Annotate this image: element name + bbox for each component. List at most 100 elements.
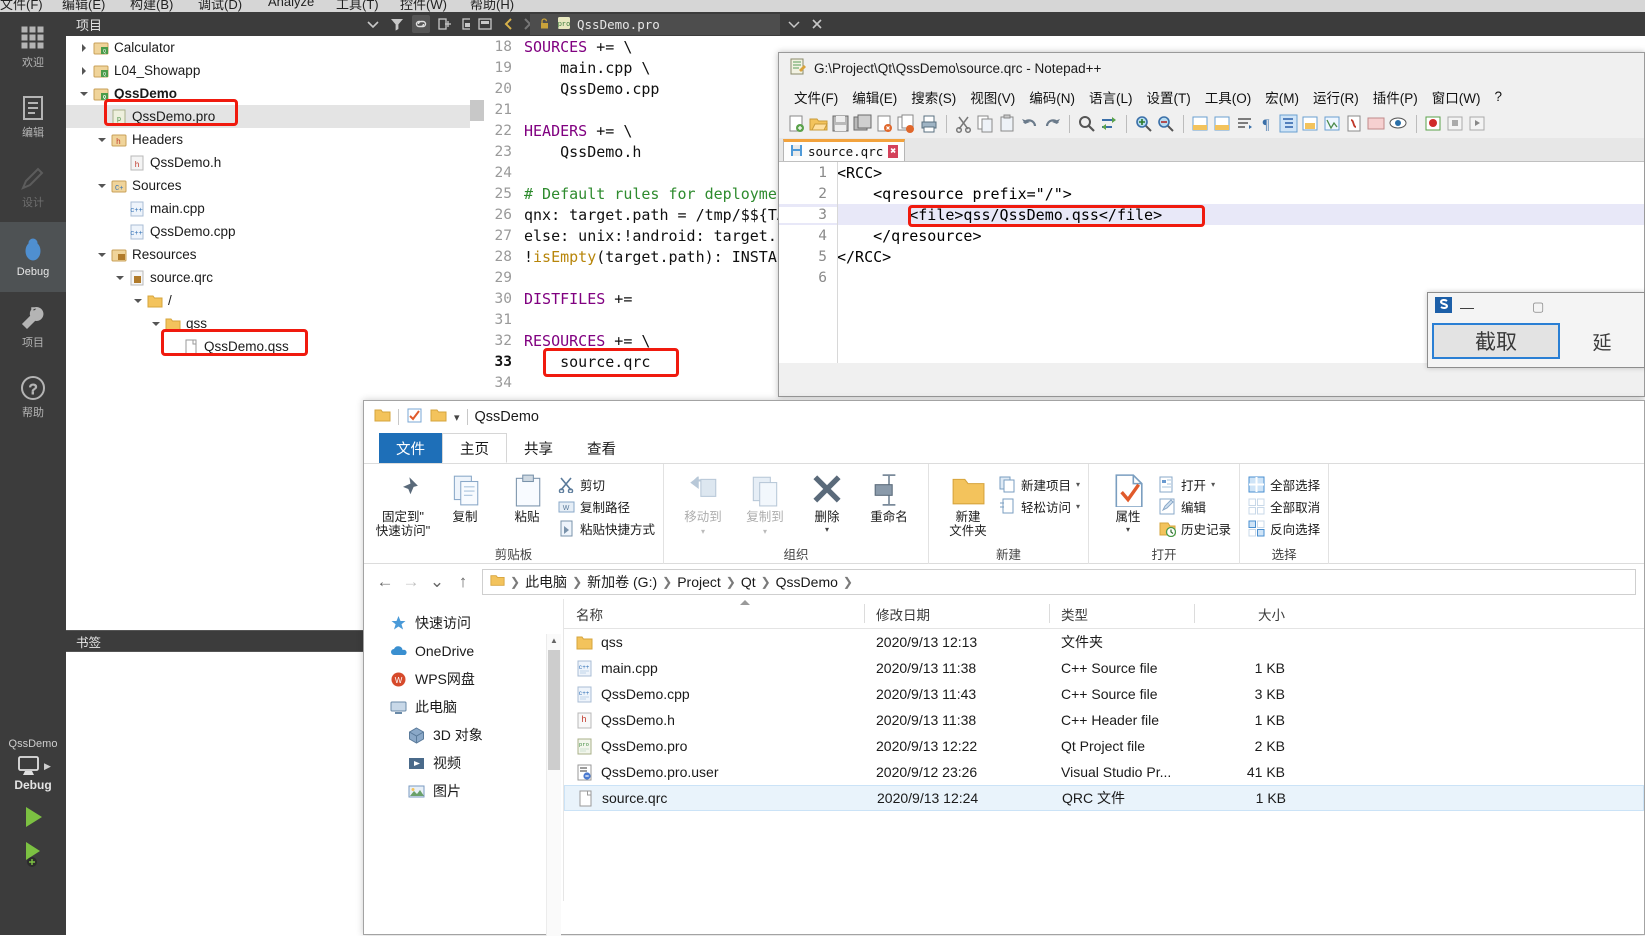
tree-expander-icon[interactable] [96,179,110,193]
ribbon-caret-icon[interactable]: ▾ [763,527,767,536]
qt-mode-设计[interactable]: 设计 [0,152,66,222]
recent-locations-button[interactable]: ⌄ [424,569,450,595]
ribbon-item-粘贴快捷方式[interactable]: 粘贴快捷方式 [558,519,655,538]
file-list-header[interactable]: 名称 修改日期 类型 大小 [564,599,1644,629]
chevron-down-icon[interactable] [364,15,382,33]
npp-menu-0[interactable]: 文件(F) [787,85,845,109]
breadcrumb[interactable]: ❯ 此电脑 ❯ 新加卷 (G:) ❯ Project ❯ Qt ❯ QssDemo ❯ [482,568,1636,595]
notepadpp-menubar[interactable]: 文件(F) 编辑(E) 搜索(S) 视图(V) 编码(N) 语言(L) 设置(T) 工具(O)… [779,83,1644,110]
save-all-icon[interactable] [853,114,873,134]
tree-expander-icon[interactable] [150,317,164,331]
minimize-button[interactable]: — [1460,299,1474,315]
qt-menu-item-0[interactable]: 文件(F) [0,0,43,12]
file-name-cell[interactable]: h QssDemo.h [564,707,864,733]
tab-close-icon[interactable] [808,15,826,33]
snipping-tool-window[interactable]: — ▢ 截取 延 [1427,292,1645,368]
ribbon-caret-icon[interactable]: ▾ [825,525,829,534]
ribbon-item-轻松访问[interactable]: 轻松访问 ▾ [999,497,1080,516]
ribbon-button-属性[interactable]: 属性 ▾ [1097,469,1159,535]
ribbon-button-粘贴[interactable]: 粘贴 [496,469,558,524]
npp-menu-3[interactable]: 视图(V) [963,85,1022,109]
tree-expander-icon[interactable] [96,133,110,147]
back-button[interactable]: ← [372,569,398,595]
qt-mode-编辑[interactable]: 编辑 [0,82,66,152]
ribbon-tab-共享[interactable]: 共享 [507,433,570,463]
nav-item-WPS网盘[interactable]: W WPS网盘 [364,665,563,693]
npp-menu-12[interactable]: ? [1487,87,1509,106]
notepadpp-tab-close-icon[interactable]: ✖ [888,145,899,158]
new-file-icon[interactable] [787,114,807,134]
tree-item-l04_showapp[interactable]: Q L04_Showapp [66,59,470,82]
user-lang-icon[interactable] [1301,114,1321,134]
delay-button[interactable]: 延 [1564,323,1640,359]
nav-item-图片[interactable]: 图片 [364,777,563,805]
scroll-up-arrow-icon[interactable]: ▲ [550,636,558,645]
ribbon-button-删除[interactable]: 删除 ▾ [796,469,858,535]
find-icon[interactable] [1077,114,1097,134]
sync-scroll-h-icon[interactable] [1213,114,1233,134]
ribbon-button-复制[interactable]: 复制 [434,469,496,524]
ribbon-item-全部选择[interactable]: 全部选择 [1248,475,1320,494]
breadcrumb-1[interactable]: 新加卷 (G:) [587,572,657,592]
tree-item-main.cpp[interactable]: c++ main.cpp [66,197,470,220]
ribbon[interactable]: 固定到" 快速访问" 复制 粘贴 剪切 W 复制路径 粘贴快捷方式 剪贴板 移动到 ▾ 复制到 ▾ 删除 ▾… [364,463,1644,564]
navigation-pane[interactable]: 快速访问 OneDrive W WPS网盘 此电脑 3D 对象 视频 图片 [364,599,564,901]
npp-menu-4[interactable]: 编码(N) [1022,85,1082,109]
breadcrumb-separator-icon[interactable]: ❯ [841,575,855,589]
ribbon-tab-文件[interactable]: 文件 [379,433,442,463]
ribbon-item-历史记录[interactable]: 历史记录 [1159,519,1231,538]
ribbon-caret-icon[interactable]: ▾ [1076,480,1080,489]
maximize-button[interactable]: ▢ [1532,299,1544,315]
file-row-QssDemo.pro.user[interactable]: QssDemo.pro.user 2020/9/12 23:26 Visual St… [564,759,1644,785]
properties-quick-icon[interactable] [406,407,423,428]
tab-chevron-icon[interactable] [785,15,803,33]
ribbon-tab-主页[interactable]: 主页 [442,433,507,463]
ribbon-item-新建项目[interactable]: 新建项目 ▾ [999,475,1080,494]
column-header-大小[interactable]: 大小 [1194,599,1299,629]
close-all-icon[interactable] [897,114,917,134]
word-wrap-icon[interactable] [1235,114,1255,134]
ribbon-button-重命名[interactable]: 重命名 [858,469,920,524]
file-name-cell[interactable]: c++ main.cpp [564,655,864,681]
qt-mode-帮助[interactable]: ? 帮助 [0,362,66,432]
sync-scroll-v-icon[interactable] [1191,114,1211,134]
close-file-icon[interactable] [875,114,895,134]
ribbon-caret-icon[interactable]: ▾ [701,527,705,536]
tree-item-qssdemo.qss[interactable]: QssDemo.qss [66,335,470,358]
ribbon-item-打开[interactable]: 打开 ▾ [1159,475,1231,494]
file-list[interactable]: 名称 修改日期 类型 大小 qss 2020/9/13 12:13 文件夹 c++ main.… [564,599,1644,901]
nav-back-icon[interactable] [500,15,518,33]
npp-menu-8[interactable]: 宏(M) [1258,85,1306,109]
capture-button[interactable]: 截取 [1432,323,1560,359]
file-name-cell[interactable]: pro QssDemo.pro [564,733,864,759]
npp-menu-2[interactable]: 搜索(S) [904,85,963,109]
stop-macro-icon[interactable] [1446,114,1466,134]
qt-menubar[interactable]: 文件(F) 编辑(E) 构建(B) 调试(D) Analyze 工具(T) 控件(W) 帮助(… [0,0,1645,12]
qt-menu-item-4[interactable]: Analyze [268,0,314,9]
notepadpp-tabbar[interactable]: source.qrc ✖ [779,138,1644,162]
nav-item-此电脑[interactable]: 此电脑 [364,693,563,721]
address-bar[interactable]: ← → ⌄ ↑ ❯ 此电脑 ❯ 新加卷 (G:) ❯ Project ❯ Qt ❯ QssDemo… [364,563,1644,599]
tree-expander-icon[interactable] [78,64,92,78]
undo-icon[interactable] [1020,114,1040,134]
editor-tab-qssdemo-pro[interactable]: pro QssDemo.pro [530,14,780,35]
column-header-名称[interactable]: 名称 [564,599,864,629]
split-add-icon[interactable] [436,15,454,33]
tree-expander-icon[interactable] [78,87,92,101]
tree-item-qss[interactable]: qss [66,312,470,335]
open-file-icon[interactable] [809,114,829,134]
file-explorer-window[interactable]: ▾ QssDemo 文件 主页 共享 查看 固定到" 快速访问" 复制 粘贴 剪切 W 复制路径粘… [363,400,1645,936]
qt-menu-item-1[interactable]: 编辑(E) [62,0,105,12]
ribbon-tab-查看[interactable]: 查看 [570,433,633,463]
breadcrumb-4[interactable]: QssDemo [776,574,838,590]
qt-menu-item-5[interactable]: 工具(T) [336,0,379,12]
npp-menu-9[interactable]: 运行(R) [1306,85,1366,109]
kit-selector-button[interactable]: ▶ [0,750,66,778]
qt-menu-item-6[interactable]: 控件(W) [400,0,447,12]
tree-item-qssdemo.pro[interactable]: p QssDemo.pro [66,105,470,128]
qt-menu-item-7[interactable]: 帮助(H) [470,0,514,12]
qt-menu-item-2[interactable]: 构建(B) [130,0,173,12]
ribbon-item-反向选择[interactable]: 反向选择 [1248,519,1320,538]
forward-button[interactable]: → [398,569,424,595]
redo-icon[interactable] [1042,114,1062,134]
